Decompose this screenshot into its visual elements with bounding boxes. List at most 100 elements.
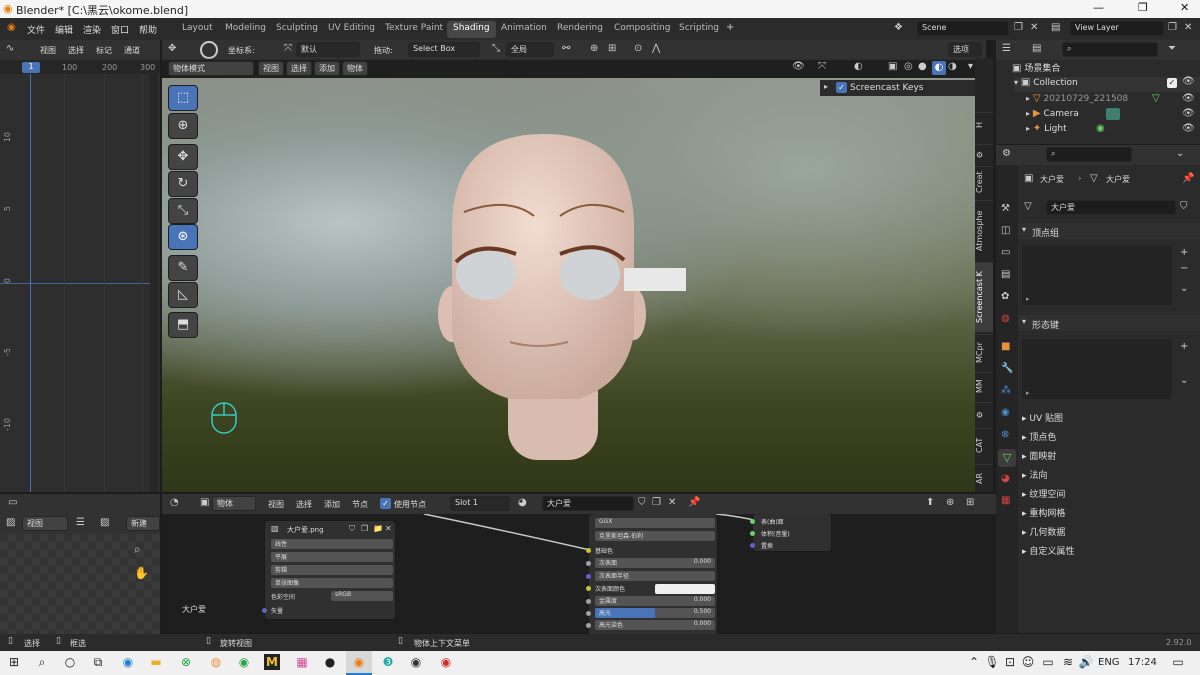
zoom-icon[interactable]: ⌕ — [134, 542, 141, 557]
node-menu-select[interactable]: 选择 — [296, 499, 312, 510]
input-socket[interactable] — [586, 586, 591, 591]
view-layer-tab-icon[interactable]: ▤ — [1001, 269, 1010, 280]
tool-select-icon[interactable] — [200, 41, 218, 59]
3d-viewport[interactable] — [162, 78, 986, 492]
scene-tab-icon[interactable]: ✿ — [1001, 291, 1009, 302]
collection-checkbox[interactable]: ✓ — [1167, 78, 1177, 88]
graph-scrollbar[interactable] — [150, 74, 158, 492]
falloff-icon[interactable]: ⋀ — [652, 43, 660, 54]
tab-sculpting[interactable]: Sculpting — [270, 21, 324, 38]
subsurface-method-dropdown[interactable]: 克里斯坦森-伯利 — [595, 531, 715, 541]
transform-tool[interactable]: ⊛ — [168, 224, 198, 250]
texture-tab-icon[interactable]: ▦ — [1001, 495, 1010, 506]
pan-icon[interactable]: ✋ — [134, 566, 149, 580]
vp-menu-select[interactable]: 选择 — [286, 61, 312, 76]
tab-texture-paint[interactable]: Texture Paint — [379, 21, 449, 38]
section-header[interactable]: ▸ 几何数据 — [1022, 525, 1065, 538]
mesh-data-tab-icon[interactable]: ▽ — [998, 449, 1016, 467]
node-menu-add[interactable]: 添加 — [324, 499, 340, 510]
tab-atmosphere[interactable]: Atmosphe — [975, 200, 993, 260]
search-icon[interactable]: ⌕ — [34, 654, 50, 670]
tab-layout[interactable]: Layout — [176, 21, 219, 38]
menu-file[interactable]: 文件 — [27, 23, 45, 36]
close-icon[interactable]: ✕ — [1180, 1, 1189, 14]
graph-editor-type-icon[interactable]: ∿ — [6, 43, 14, 54]
material-browse-icon[interactable]: ◕ — [518, 497, 527, 508]
tree-row[interactable]: ▸ ▽ 20210729_221508 — [1026, 93, 1128, 108]
orientation-dropdown[interactable]: 默认 — [296, 42, 360, 57]
input-socket[interactable] — [586, 599, 591, 604]
windows-start-icon[interactable]: ⊞ — [6, 654, 22, 670]
tab-rendering[interactable]: Rendering — [551, 21, 609, 38]
constraints-tab-icon[interactable]: ⊗ — [1001, 429, 1009, 440]
view-layer-new-icon[interactable]: ❐ — [1168, 22, 1177, 33]
parent-node-icon[interactable]: ⬆ — [926, 497, 934, 508]
graph-area[interactable]: 1 100 200 300 10 5 0 -5 -10 — [0, 60, 160, 492]
dropdown-icon[interactable]: ⌄ — [1180, 375, 1188, 386]
vp-menu-add[interactable]: 添加 — [314, 61, 340, 76]
gizmo-icon[interactable]: ⤧ — [818, 61, 826, 72]
node-menu-node[interactable]: 节点 — [352, 499, 368, 510]
measure-tool[interactable]: ◺ — [168, 282, 198, 308]
section-header[interactable]: ▸ 自定义属性 — [1022, 544, 1074, 557]
snap-target-icon[interactable]: ⊞ — [608, 43, 616, 54]
section-header[interactable]: ▸ 顶点色 — [1022, 430, 1056, 443]
xbox-icon[interactable]: ⊗ — [178, 654, 194, 670]
filter-icon[interactable]: ⏷ — [1168, 43, 1176, 54]
drag-dropdown[interactable]: Select Box — [408, 42, 480, 57]
file-browser-type-icon[interactable]: ▭ — [8, 497, 17, 508]
tab-animation[interactable]: Animation — [495, 21, 553, 38]
menu-render[interactable]: 渲染 — [83, 23, 101, 36]
tab-shading[interactable]: Shading — [447, 21, 496, 38]
properties-type-icon[interactable]: ⚙ — [1002, 148, 1011, 159]
copy-icon[interactable]: ❐ — [361, 524, 368, 533]
pivot-icon[interactable]: ⚯ — [562, 43, 570, 54]
options-dropdown[interactable]: 选项 — [948, 42, 982, 57]
node-editor-type-icon[interactable]: ◔ — [170, 497, 179, 508]
graph-menu-select[interactable]: 选择 — [68, 45, 84, 56]
tree-row[interactable]: ▸ ✦ Light — [1026, 123, 1067, 138]
base-color-socket[interactable] — [586, 548, 591, 553]
shading-options-icon[interactable]: ▾ — [968, 61, 973, 72]
firefox-icon[interactable]: ◍ — [208, 654, 224, 670]
qq-icon[interactable]: ☺ — [1020, 654, 1036, 670]
subsurface-radius-dropdown[interactable]: 次表面半径 — [595, 571, 715, 581]
dropdown-icon[interactable]: ⌄ — [1180, 283, 1188, 294]
rotate-tool[interactable]: ↻ — [168, 171, 198, 197]
graph-menu-channel[interactable]: 通道 — [124, 45, 140, 56]
netease-music-icon[interactable]: ◉ — [438, 654, 454, 670]
slot-dropdown[interactable]: Slot 1 — [450, 496, 510, 511]
menu-help[interactable]: 帮助 — [139, 23, 157, 36]
shield-icon[interactable]: ⛉ — [349, 524, 355, 534]
tree-row[interactable]: ▣ 场景集合 — [1012, 61, 1060, 76]
input-socket[interactable] — [586, 623, 591, 628]
section-header[interactable]: ▸ 纹理空间 — [1022, 487, 1065, 500]
pin-icon[interactable]: 📌 — [1182, 173, 1194, 184]
shading-rendered-icon[interactable]: ◑ — [948, 61, 957, 72]
fake-user-icon[interactable]: ⛉ — [1180, 201, 1188, 212]
vp-menu-view[interactable]: 视图 — [258, 61, 284, 76]
vector-socket[interactable] — [262, 608, 267, 613]
colorspace-dropdown[interactable]: sRGB — [331, 591, 393, 601]
section-header[interactable]: ▸ UV 贴图 — [1022, 411, 1063, 424]
list-expand-icon[interactable]: ▸ — [1026, 389, 1030, 397]
mode-dropdown[interactable]: 物体模式 — [168, 61, 254, 76]
screencast-checkbox[interactable]: ✓ — [836, 82, 847, 93]
particles-tab-icon[interactable]: ⁂ — [1001, 385, 1011, 396]
shading-solid-icon[interactable]: ● — [918, 61, 927, 72]
node-menu-view[interactable]: 视图 — [268, 499, 284, 510]
network-icon[interactable]: ⊡ — [1002, 654, 1018, 670]
app-icon[interactable]: ▦ — [294, 654, 310, 670]
app-icon[interactable]: ◉ — [236, 654, 252, 670]
image-texture-node[interactable]: ▨ 大户爱.png ⛉ ❐ 📁 ✕ 线性 平展 剪辑 单张图像 色彩空间 sRG… — [262, 520, 396, 620]
graph-menu-marker[interactable]: 标记 — [96, 45, 112, 56]
edge-icon[interactable]: ◉ — [120, 654, 136, 670]
physics-tab-icon[interactable]: ◉ — [1001, 407, 1010, 418]
tab-creat[interactable]: Creat — [975, 166, 993, 198]
panel-expand-icon[interactable]: ▸ — [824, 82, 828, 91]
input-socket[interactable] — [586, 611, 591, 616]
scene-remove-icon[interactable]: ✕ — [1030, 22, 1038, 33]
eye-icon[interactable]: 👁 — [1182, 76, 1195, 87]
node-canvas[interactable]: 大户爱 ▨ 大户爱.png ⛉ ❐ 📁 ✕ 线性 平展 剪辑 单张图像 色彩空间… — [162, 514, 996, 634]
tab-mcpr[interactable]: MCpr — [975, 334, 993, 370]
